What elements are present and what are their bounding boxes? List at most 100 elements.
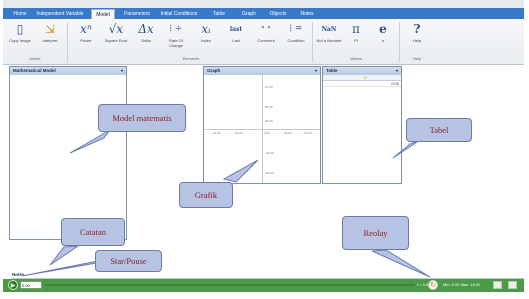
- y-tick: -80.00: [265, 171, 274, 175]
- y-axis: [262, 75, 263, 183]
- x-tick: 0.00: [264, 131, 270, 135]
- group-label-model: Model: [29, 56, 41, 61]
- tab-initial-conditions[interactable]: Initial Conditions: [159, 9, 199, 19]
- chevron-down-icon[interactable]: ▾: [315, 67, 317, 75]
- tab-graph[interactable]: Graph: [239, 9, 259, 19]
- options-button[interactable]: [508, 281, 517, 289]
- delta-icon: Δx: [138, 22, 154, 36]
- table-panel[interactable]: Table ▾ ▷ 0.00: [322, 66, 402, 184]
- callout-replay: Reolay: [342, 216, 409, 250]
- panel-header: Table ▾: [323, 67, 401, 75]
- group-label-help: Help: [412, 56, 422, 61]
- tab-independent-variable[interactable]: Independent Variable: [35, 9, 85, 19]
- group-label-elements: Elements: [182, 56, 200, 61]
- interpret-button[interactable]: ⇲ Interpret: [37, 21, 63, 55]
- not-a-number-button[interactable]: NaN Not a Number: [316, 21, 342, 55]
- copy-image-label: Copy Image: [9, 38, 31, 43]
- power-icon: xⁿ: [80, 22, 92, 36]
- square-root-label: Square Root: [104, 38, 128, 43]
- pi-button[interactable]: π Pi: [343, 21, 369, 55]
- panel-header: Graph ▾: [204, 67, 320, 75]
- last-icon: last: [229, 26, 243, 33]
- comment-button[interactable]: " " Comment: [253, 21, 279, 55]
- e-icon: e: [379, 22, 387, 36]
- min-max-field[interactable]: [493, 281, 502, 289]
- tab-objects[interactable]: Objects: [266, 9, 290, 19]
- mathematical-model-panel[interactable]: Mathematical Model ▾: [9, 66, 127, 240]
- tab-model[interactable]: Model: [91, 9, 115, 19]
- not-a-number-icon: NaN: [321, 26, 337, 33]
- e-button[interactable]: e e: [370, 21, 396, 55]
- panel-title: Graph: [207, 68, 221, 73]
- x-tick: 10.00: [304, 131, 312, 135]
- notes-label: Notes: [12, 272, 25, 277]
- group-separator: [399, 22, 400, 62]
- y-tick: 80.00: [265, 105, 273, 109]
- condition-button[interactable]: ⁞ = Condition: [283, 21, 309, 55]
- replay-button[interactable]: ↻: [428, 280, 438, 290]
- index-label: Index: [201, 38, 211, 43]
- panel-title: Mathematical Model: [13, 68, 56, 73]
- table-row[interactable]: 0.00: [323, 81, 401, 87]
- ribbon-tab-bar: Home Independent Variable Model Paramete…: [3, 8, 524, 19]
- tab-table[interactable]: Table: [209, 9, 229, 19]
- pi-label: Pi: [354, 38, 358, 43]
- delta-label: Delta: [141, 38, 151, 43]
- group-separator: [312, 22, 313, 62]
- chevron-down-icon[interactable]: ▾: [396, 67, 398, 75]
- y-tick: 10.00: [265, 85, 273, 89]
- rate-of-change-icon: ⁞ ÷: [169, 24, 183, 34]
- chevron-down-icon[interactable]: ▾: [121, 67, 123, 75]
- panel-header: Mathematical Model ▾: [10, 67, 126, 75]
- interpret-label: Interpret: [42, 38, 58, 43]
- help-icon: ?: [413, 22, 421, 36]
- last-label: Last: [232, 38, 240, 43]
- title-bar: [3, 0, 524, 8]
- last-button[interactable]: last Last: [223, 21, 249, 55]
- interpret-icon: ⇲: [44, 22, 56, 36]
- index-icon: xᵢ: [201, 22, 211, 36]
- copy-image-icon: ▯: [16, 22, 24, 36]
- copy-image-button[interactable]: ▯ Copy Image: [7, 21, 33, 55]
- group-separator: [67, 22, 68, 62]
- help-label: Help: [412, 38, 422, 43]
- square-root-button[interactable]: √x Square Root: [103, 21, 129, 55]
- callout-model: Model matematis: [98, 104, 186, 132]
- callout-tabel: Tabel: [406, 118, 472, 142]
- square-root-icon: √x: [108, 22, 124, 36]
- tab-parameters[interactable]: Parameters: [122, 9, 152, 19]
- help-button[interactable]: ? Help: [404, 21, 430, 55]
- x-tick: 40.00: [284, 131, 292, 135]
- ribbon: ▯ Copy Image ⇲ Interpret xⁿ Power √x Squ…: [3, 19, 524, 65]
- rate-of-change-label: Rate Of Change: [168, 38, 183, 48]
- tab-home[interactable]: Home: [9, 9, 31, 19]
- y-tick: 40.00: [265, 119, 273, 123]
- comment-icon: " ": [261, 25, 271, 34]
- y-tick: -40.00: [265, 151, 274, 155]
- delta-button[interactable]: Δx Delta: [133, 21, 159, 55]
- callout-start-pause: Star/Pouse: [95, 250, 162, 272]
- power-button[interactable]: xⁿ Power: [73, 21, 99, 55]
- power-label: Power: [80, 38, 92, 43]
- start-pause-button[interactable]: ▶: [8, 280, 18, 290]
- condition-label: Condition: [287, 38, 305, 43]
- comment-label: Comment: [257, 38, 275, 43]
- panel-title: Table: [326, 68, 338, 73]
- tab-notes[interactable]: Notes: [297, 9, 317, 19]
- not-a-number-label: Not a Number: [316, 38, 342, 43]
- min-max-readout: Min: 0.00 Max: 10.00: [443, 282, 481, 287]
- x-tick: -10.00: [212, 131, 221, 135]
- condition-icon: ⁞ =: [289, 24, 303, 34]
- app-window: Home Independent Variable Model Paramete…: [3, 0, 524, 299]
- graph-canvas[interactable]: -10.00 -40.00 0.00 40.00 10.00 10.00 80.…: [204, 75, 320, 183]
- callout-catatan: Catatan: [61, 218, 125, 246]
- time-field[interactable]: 0.00: [20, 281, 42, 289]
- graph-panel[interactable]: Graph ▾ -10.00 -40.00 0.00 40.00 10.00 1…: [203, 66, 321, 184]
- group-label-values: Values: [350, 56, 362, 61]
- x-tick: -40.00: [234, 131, 243, 135]
- index-button[interactable]: xᵢ Index: [193, 21, 219, 55]
- time-slider[interactable]: [45, 284, 415, 286]
- table-cell: 0.00: [391, 81, 399, 86]
- pi-icon: π: [352, 22, 360, 36]
- rate-of-change-button[interactable]: ⁞ ÷ Rate Of Change: [163, 21, 189, 55]
